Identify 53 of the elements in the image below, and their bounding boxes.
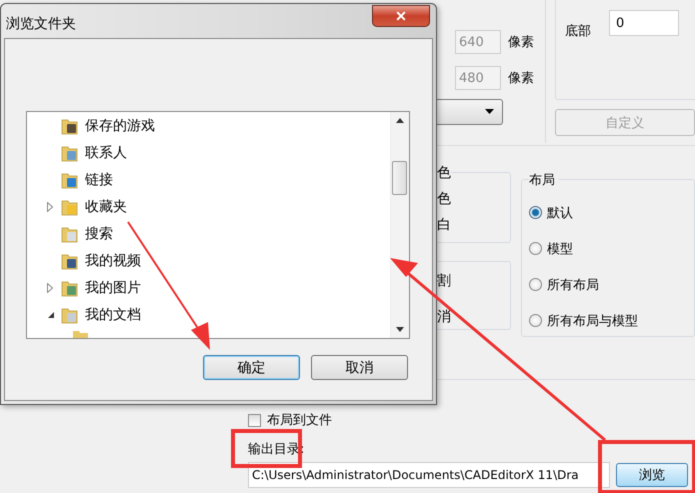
caret-icon [485,109,494,115]
bottom-label: 底部 [565,23,591,40]
option-label: 割 [437,272,452,288]
scrollbar[interactable] [390,112,409,338]
group-title: 布局 [529,171,560,189]
close-button[interactable]: × [372,5,430,27]
folder-icon [61,252,79,270]
radio-label: 模型 [547,240,574,258]
unit-label: 像素 [508,34,534,51]
scroll-down-icon[interactable] [396,327,404,332]
tree-item[interactable]: 我的文档 [27,301,390,328]
radio-label: 所有布局 [547,276,600,294]
folder-icon [61,170,79,188]
checkbox-label: 布局到文件 [267,412,332,429]
tree-item[interactable]: 我的视频 [27,247,390,274]
folder-icon [61,306,79,324]
dialog-button[interactable]: 确定 [203,355,300,380]
dialog-button[interactable]: 取消 [311,355,408,380]
output-directory-field[interactable]: C:\Users\Administrator\Documents\CADEditorX 11\Dra [248,462,610,488]
folder-icon [61,116,79,134]
tree-item[interactable]: 链接 [27,166,390,193]
window-title: 浏览文件夹 [6,15,76,33]
folder-icon [61,144,79,162]
folder-icon [61,198,79,216]
unit-label: 像素 [508,70,534,87]
radio-button[interactable] [529,278,542,291]
checkbox[interactable] [248,414,261,426]
radio-label: 默认 [547,204,574,222]
option-label: 色 [437,165,451,181]
folder-icon [61,224,79,242]
collapsed-arrow-icon[interactable] [47,282,53,292]
option-label: 白 [437,217,452,233]
radio-label: 所有布局与模型 [547,312,638,330]
collapsed-arrow-icon[interactable] [47,202,53,212]
folder-icon [72,328,90,338]
expanded-arrow-icon[interactable] [47,310,55,318]
tree-item[interactable]: 我的图片 [27,274,390,301]
option-label: 消 [437,308,452,324]
scroll-up-icon[interactable] [396,118,404,123]
dropdown[interactable] [437,99,503,125]
browse-button[interactable]: 浏览 [616,463,688,487]
folder-icon [61,278,79,296]
option-label: 色 [437,191,452,207]
tree-item[interactable]: 保存的游戏 [27,112,390,139]
scrollbar-thumb[interactable] [392,161,407,195]
highlight-frame [231,429,302,468]
tree-item[interactable]: 收藏夹 [27,193,390,220]
radio-button[interactable] [529,206,542,219]
tree-item[interactable]: 搜索 [27,220,390,247]
radio-button[interactable] [529,242,542,255]
tree-item[interactable]: 联系人 [27,139,390,166]
radio-button[interactable] [529,314,542,327]
bottom-field[interactable]: 0 [609,10,679,36]
